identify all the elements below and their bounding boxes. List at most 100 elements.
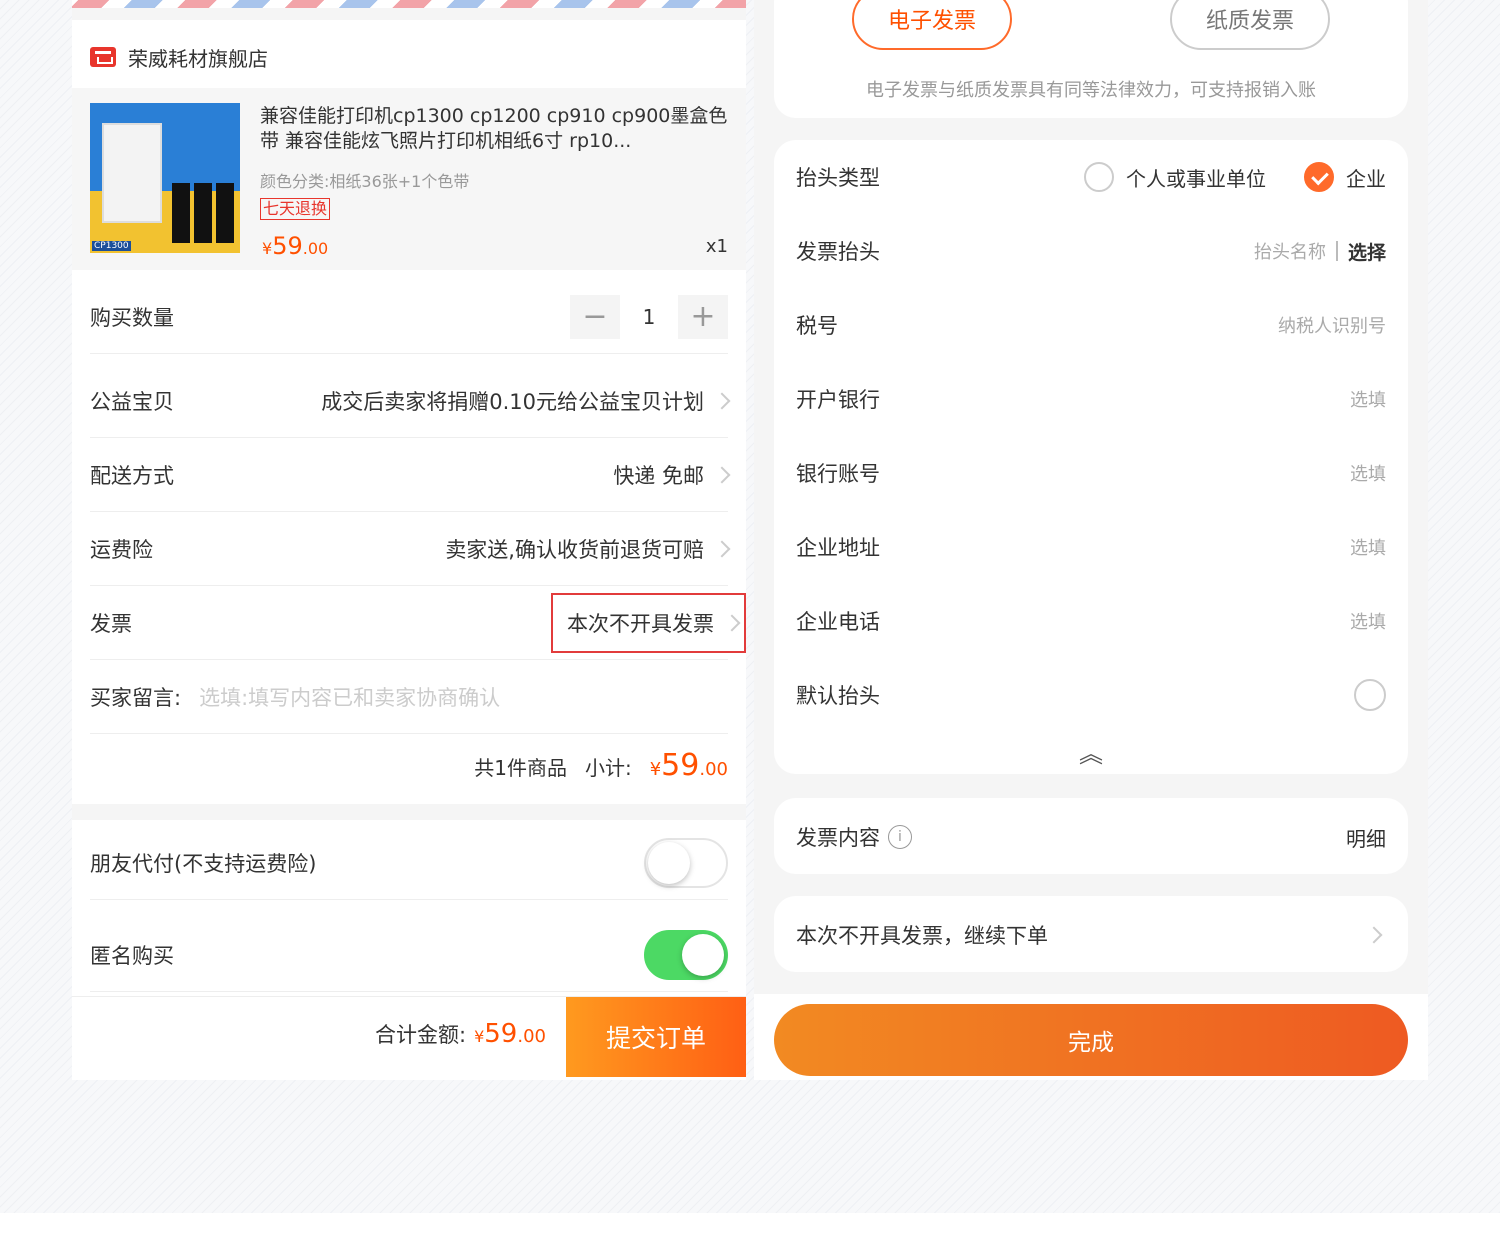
insurance-value: 卖家送,确认收货前退货可赔	[445, 537, 704, 562]
chevron-right-icon	[1365, 926, 1383, 944]
address-input[interactable]: 选填	[1350, 534, 1386, 560]
charity-value: 成交后卖家将捐赠0.10元给公益宝贝计划	[321, 389, 704, 414]
header-type-label: 抬头类型	[796, 166, 880, 190]
divider	[72, 8, 746, 20]
delivery-label: 配送方式	[90, 463, 174, 488]
order-footer: 合计金额: ¥59.00 提交订单	[72, 996, 746, 1077]
invoice-row[interactable]: 发票 本次不开具发票	[90, 586, 746, 660]
collapse-icon[interactable]: ︽	[774, 734, 1408, 769]
radio-personal[interactable]	[1084, 162, 1114, 192]
phone-label: 企业电话	[796, 610, 880, 634]
delivery-row[interactable]: 配送方式 快递 免邮	[90, 438, 731, 512]
tax-number-row: 税号 纳税人识别号	[796, 288, 1386, 362]
chevron-right-icon	[713, 540, 731, 557]
anonymous-label: 匿名购买	[90, 943, 174, 968]
bank-input[interactable]: 选填	[1350, 386, 1386, 412]
item-count: 共1件商品	[474, 756, 567, 780]
return-badge: 七天退换	[260, 198, 331, 220]
phone-row: 企业电话 选填	[796, 584, 1386, 658]
subtotal: 共1件商品 小计: ¥59.00	[474, 748, 728, 783]
chevron-right-icon	[713, 466, 731, 483]
friend-pay-row: 朋友代付(不支持运费险)	[90, 826, 728, 900]
submit-order-button[interactable]: 提交订单	[566, 997, 746, 1077]
invoice-title-label: 发票抬头	[796, 240, 880, 264]
order-panel: 荣威耗材旗舰店 CP1300 兼容佳能打印机cp1300 cp1200 cp91…	[72, 0, 746, 1080]
invoice-form-card: 抬头类型 个人或事业单位 企业 发票抬头 抬头名称 选择 税号 纳税人识别号 开…	[774, 140, 1408, 774]
tax-number-label: 税号	[796, 314, 838, 338]
message-row: 买家留言: 选填:填写内容已和卖家协商确认	[90, 660, 728, 734]
invoice-highlight[interactable]: 本次不开具发票	[551, 592, 746, 653]
header-type-options: 个人或事业单位 企业	[1084, 162, 1386, 192]
invoice-type-card: 电子发票 纸质发票 电子发票与纸质发票具有同等法律效力，可支持报销入账	[774, 0, 1408, 118]
friend-pay-label: 朋友代付(不支持运费险)	[90, 851, 317, 876]
info-icon[interactable]: i	[888, 825, 912, 849]
header-type-row: 抬头类型 个人或事业单位 企业	[796, 140, 1386, 214]
phone-input[interactable]: 选填	[1350, 608, 1386, 634]
quantity-value[interactable]: 1	[626, 305, 672, 329]
charity-label: 公益宝贝	[90, 389, 174, 414]
shop-header[interactable]: 荣威耗材旗舰店	[90, 40, 268, 74]
product-thumbnail[interactable]: CP1300	[90, 103, 240, 253]
chevron-right-icon	[723, 614, 741, 631]
insurance-row[interactable]: 运费险 卖家送,确认收货前退货可赔	[90, 512, 731, 586]
quantity-row: 购买数量 − 1 +	[90, 280, 728, 354]
charity-row[interactable]: 公益宝贝 成交后卖家将捐赠0.10元给公益宝贝计划	[90, 364, 731, 438]
message-label: 买家留言:	[90, 685, 182, 710]
invoice-title-input[interactable]: 抬头名称	[1254, 238, 1326, 264]
product-sku: 颜色分类:相纸36张+1个色带	[260, 172, 470, 191]
friend-pay-toggle[interactable]	[644, 837, 728, 888]
quantity-label: 购买数量	[90, 305, 174, 330]
thumbnail-label: CP1300	[92, 241, 131, 251]
airmail-border	[72, 0, 746, 8]
tax-number-input[interactable]: 纳税人识别号	[1278, 312, 1386, 338]
option-personal-label[interactable]: 个人或事业单位	[1126, 163, 1266, 192]
default-header-label: 默认抬头	[796, 684, 880, 708]
plus-button[interactable]: +	[678, 294, 728, 339]
invoice-label: 发票	[90, 611, 132, 636]
total-amount: 合计金额: ¥59.00	[375, 1019, 546, 1049]
done-button[interactable]: 完成	[774, 1004, 1408, 1076]
product-title: 兼容佳能打印机cp1300 cp1200 cp910 cp900墨盒色带 兼容佳…	[260, 105, 728, 152]
invoice-panel: 电子发票 纸质发票 电子发票与纸质发票具有同等法律效力，可支持报销入账 抬头类型…	[754, 0, 1428, 1080]
invoice-type-note: 电子发票与纸质发票具有同等法律效力，可支持报销入账	[866, 80, 1316, 101]
account-label: 银行账号	[796, 462, 880, 486]
anonymous-row: 匿名购买	[90, 918, 728, 992]
invoice-content-row: 发票内容 i 明细	[796, 800, 1386, 874]
total-label: 合计金额:	[375, 1023, 467, 1047]
minus-button[interactable]: −	[570, 294, 620, 339]
invoice-value: 本次不开具发票	[567, 611, 714, 636]
total-price: ¥59.00	[474, 1019, 546, 1049]
delivery-value: 快递 免邮	[613, 463, 704, 488]
address-row: 企业地址 选填	[796, 510, 1386, 584]
radio-company[interactable]	[1304, 162, 1334, 192]
electronic-invoice-button[interactable]: 电子发票	[852, 0, 1012, 50]
page-bottom	[0, 1213, 1500, 1251]
invoice-title-row: 发票抬头 抬头名称 选择	[796, 214, 1386, 288]
invoice-content-card[interactable]: 发票内容 i 明细	[774, 798, 1408, 874]
address-label: 企业地址	[796, 536, 880, 560]
product-quantity: x1	[705, 236, 728, 257]
no-invoice-card[interactable]: 本次不开具发票，继续下单	[774, 896, 1408, 972]
product-price: ¥59.00	[262, 232, 329, 260]
divider	[1335, 241, 1338, 261]
tmall-icon	[90, 47, 116, 67]
bank-row: 开户银行 选填	[796, 362, 1386, 436]
bank-label: 开户银行	[796, 388, 880, 412]
message-input[interactable]: 选填:填写内容已和卖家协商确认	[199, 682, 500, 712]
paper-invoice-button[interactable]: 纸质发票	[1170, 0, 1330, 50]
subtotal-price: ¥59.00	[649, 748, 728, 783]
shop-name: 荣威耗材旗舰店	[128, 46, 268, 71]
choose-title-button[interactable]: 选择	[1348, 238, 1386, 265]
option-company-label[interactable]: 企业	[1346, 163, 1386, 192]
no-invoice-row: 本次不开具发票，继续下单	[796, 898, 1386, 972]
account-row: 银行账号 选填	[796, 436, 1386, 510]
account-input[interactable]: 选填	[1350, 460, 1386, 486]
divider	[72, 804, 746, 820]
quantity-stepper: − 1 +	[570, 294, 728, 339]
anonymous-toggle[interactable]	[644, 929, 728, 980]
insurance-label: 运费险	[90, 537, 153, 562]
invoice-content-label: 发票内容	[796, 826, 880, 850]
default-header-radio[interactable]	[1354, 679, 1386, 711]
no-invoice-label: 本次不开具发票，继续下单	[796, 924, 1048, 948]
default-header-row: 默认抬头	[796, 658, 1386, 732]
